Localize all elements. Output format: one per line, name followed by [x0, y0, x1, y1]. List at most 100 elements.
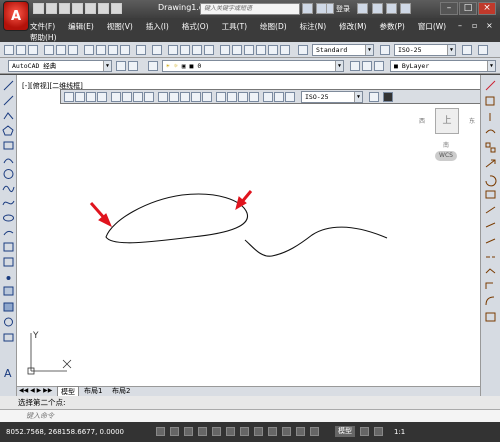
menu-dimension[interactable]: 标注(N)	[300, 21, 326, 32]
model-space-toggle[interactable]: 模型	[335, 426, 355, 437]
print-icon[interactable]	[44, 45, 54, 55]
search-icon[interactable]	[302, 3, 313, 14]
tab-nav-arrows[interactable]: ◀◀ ◀ ▶ ▶▶	[19, 387, 52, 394]
redo-icon[interactable]	[152, 45, 162, 55]
table-style-icon	[462, 45, 472, 55]
zoom-window-icon[interactable]	[192, 45, 202, 55]
chevron-down-icon[interactable]: ▼	[447, 45, 455, 55]
lineweight-icon[interactable]	[282, 427, 291, 436]
menu-file[interactable]: 文件(F)	[30, 21, 55, 32]
chevron-down-icon[interactable]: ▼	[103, 61, 111, 71]
transparency-icon[interactable]	[296, 427, 305, 436]
menu-edit[interactable]: 编辑(E)	[68, 21, 94, 32]
layer-select[interactable]: ☀ ☼ ▣ ■ 0 ▼	[162, 60, 344, 72]
undo-icon[interactable]	[98, 3, 109, 14]
menu-insert[interactable]: 插入(I)	[146, 21, 169, 32]
ortho-mode-icon[interactable]	[184, 427, 193, 436]
copy-icon[interactable]	[96, 45, 106, 55]
open-icon[interactable]	[16, 45, 26, 55]
otrack-icon[interactable]	[240, 427, 249, 436]
color-select[interactable]: ■ ByLayer ▼	[390, 60, 496, 72]
tab-layout2[interactable]: 布局2	[109, 386, 133, 396]
login-button[interactable]: 登录	[336, 4, 350, 14]
workspace-select[interactable]: AutoCAD 经典 ▼	[8, 60, 112, 72]
dim-style-select[interactable]: ISO-25 ▼	[394, 44, 456, 56]
ducs-icon[interactable]	[254, 427, 263, 436]
menu-row-main: 文件(F) 编辑(E) 视图(V) 插入(I) 格式(O) 工具(T) 绘图(D…	[30, 21, 459, 32]
layer-previous-icon[interactable]	[362, 61, 372, 71]
pan-icon[interactable]	[168, 45, 178, 55]
3d-osnap-icon[interactable]	[226, 427, 235, 436]
save-icon[interactable]	[28, 45, 38, 55]
qnew-icon[interactable]	[4, 45, 14, 55]
layer-properties-icon[interactable]	[148, 61, 158, 71]
doc-close-button[interactable]: ×	[486, 21, 496, 30]
doc-minimize-button[interactable]: –	[458, 21, 468, 30]
tab-layout1[interactable]: 布局1	[81, 386, 105, 396]
menu-modify[interactable]: 修改(M)	[339, 21, 366, 32]
save-icon[interactable]	[59, 3, 70, 14]
app-menu-button[interactable]: A	[3, 1, 29, 31]
user-icon[interactable]	[326, 3, 334, 14]
help-icon[interactable]	[400, 3, 411, 14]
paste-icon[interactable]	[108, 45, 118, 55]
tool-palettes-icon[interactable]	[244, 45, 254, 55]
redo-icon[interactable]	[111, 3, 122, 14]
sheetset-icon[interactable]	[256, 45, 266, 55]
tab-model[interactable]: 模型	[57, 386, 79, 396]
autodesk360-icon[interactable]	[372, 3, 383, 14]
annotation-scale[interactable]: 1:1	[394, 422, 405, 442]
open-icon[interactable]	[46, 3, 57, 14]
quickcalc-icon[interactable]	[280, 45, 290, 55]
object-snap-icon[interactable]	[212, 427, 221, 436]
plot-icon[interactable]	[85, 3, 96, 14]
color-swatch-icon: ■	[189, 62, 194, 70]
cut-icon[interactable]	[84, 45, 94, 55]
gear-icon[interactable]	[128, 61, 138, 71]
undo-icon[interactable]	[136, 45, 146, 55]
quickview-layouts-icon[interactable]	[360, 427, 369, 436]
menu-parametric[interactable]: 参数(P)	[379, 21, 404, 32]
publish-icon[interactable]	[68, 45, 78, 55]
dyn-input-icon[interactable]	[268, 427, 277, 436]
menu-window[interactable]: 窗口(W)	[418, 21, 446, 32]
matchprop-icon[interactable]	[120, 45, 130, 55]
saveas-icon[interactable]	[72, 3, 83, 14]
exchange-icon[interactable]	[357, 3, 368, 14]
workspace-settings-icon[interactable]	[116, 61, 126, 71]
open-spline-curve	[244, 226, 388, 257]
layer-state-icon[interactable]	[374, 61, 384, 71]
text-style-select[interactable]: Standard ▼	[312, 44, 374, 56]
coordinates-readout: 8052.7568, 268158.6677, 0.0000	[6, 428, 125, 436]
zoom-realtime-icon[interactable]	[180, 45, 190, 55]
command-input[interactable]: 键入命令	[0, 409, 500, 422]
menu-draw[interactable]: 绘图(D)	[260, 21, 287, 32]
menu-bar: 文件(F) 编辑(E) 视图(V) 插入(I) 格式(O) 工具(T) 绘图(D…	[0, 18, 500, 42]
doc-restore-button[interactable]: ▫	[472, 21, 482, 30]
quick-properties-icon[interactable]	[310, 427, 319, 436]
maximize-button[interactable]: □	[459, 2, 477, 15]
search-input[interactable]: 键入关键字或短语	[200, 3, 300, 15]
grid-display-icon[interactable]	[170, 427, 179, 436]
markup-icon[interactable]	[268, 45, 278, 55]
drawing-area[interactable]: [-][俯视][二维线框] ISO-25 ▼ 西 上 东 南 WCS Y	[17, 75, 483, 403]
chevron-down-icon[interactable]: ▼	[487, 61, 495, 71]
chevron-down-icon[interactable]: ▼	[365, 45, 373, 55]
star-icon[interactable]	[386, 3, 397, 14]
properties-icon[interactable]	[220, 45, 230, 55]
snap-mode-icon[interactable]	[156, 427, 165, 436]
zoom-previous-icon[interactable]	[204, 45, 214, 55]
menu-format[interactable]: 格式(O)	[182, 21, 209, 32]
new-icon[interactable]	[33, 3, 44, 14]
make-current-icon[interactable]	[350, 61, 360, 71]
close-button[interactable]: ×	[478, 2, 496, 15]
chevron-down-icon[interactable]: ▼	[335, 61, 343, 71]
designcenter-icon[interactable]	[232, 45, 242, 55]
extend-icon	[485, 238, 496, 244]
minimize-button[interactable]: –	[440, 2, 458, 15]
polar-tracking-icon[interactable]	[198, 427, 207, 436]
quickview-drawings-icon[interactable]	[374, 427, 383, 436]
menu-tools[interactable]: 工具(T)	[222, 21, 247, 32]
menu-view[interactable]: 视图(V)	[107, 21, 133, 32]
preview-icon[interactable]	[56, 45, 66, 55]
